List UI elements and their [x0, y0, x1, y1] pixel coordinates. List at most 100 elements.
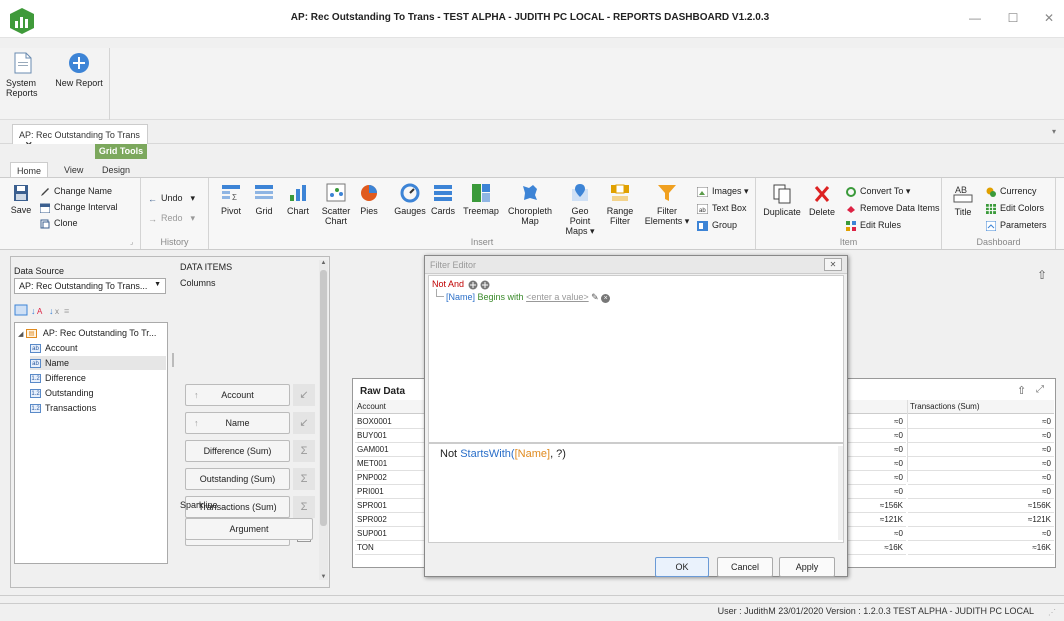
scrollbar-thumb[interactable]: [320, 270, 327, 526]
group-button[interactable]: Group: [697, 218, 737, 232]
edit-colors-button[interactable]: Edit Colors: [986, 201, 1044, 215]
field-item[interactable]: 1.2 Outstanding: [30, 386, 94, 400]
vertical-scrollbar[interactable]: ▲ ▼: [319, 260, 328, 580]
cell-value[interactable]: ≈0: [848, 527, 906, 541]
redo-dropdown-icon[interactable]: ▾: [191, 213, 196, 223]
cell-account[interactable]: SPR002: [355, 513, 425, 527]
tabs-dropdown-icon[interactable]: ▾: [1052, 127, 1056, 136]
maximize-button[interactable]: ☐: [998, 8, 1028, 28]
sum-icon[interactable]: Σ: [293, 468, 315, 490]
images-button[interactable]: Images ▾: [697, 184, 749, 198]
choropleth-map-button[interactable]: Choropleth Map: [508, 183, 552, 226]
export-icon[interactable]: ⇧: [1037, 268, 1047, 282]
remove-condition-icon[interactable]: ×: [601, 294, 611, 303]
change-name-button[interactable]: Change Name: [40, 184, 112, 198]
dimension-options-icon[interactable]: ↙: [293, 412, 315, 434]
scroll-up-icon[interactable]: ▲: [319, 260, 328, 266]
collapse-icon[interactable]: ◢: [18, 331, 23, 338]
redo-button[interactable]: → Redo ▾: [148, 211, 195, 225]
grid-export-icon[interactable]: ⇧: [1017, 384, 1026, 397]
tab-home[interactable]: Home: [10, 162, 49, 178]
title-button[interactable]: AB Title: [950, 184, 976, 217]
cell-value[interactable]: ≈0: [848, 457, 906, 471]
col-header-account[interactable]: Account: [357, 402, 386, 411]
argument-slot[interactable]: Argument: [185, 518, 313, 540]
cell-transactions[interactable]: ≈16K: [908, 541, 1054, 555]
close-button[interactable]: ✕: [1034, 8, 1064, 28]
cell-account[interactable]: BOX0001: [355, 415, 425, 429]
treemap-button[interactable]: Treemap: [462, 183, 500, 216]
tab-view[interactable]: View: [58, 162, 89, 178]
range-filter-button[interactable]: Range Filter: [604, 183, 636, 226]
dimension-options-icon[interactable]: ↙: [293, 384, 315, 406]
sum-icon[interactable]: Σ: [293, 440, 315, 462]
dialog-close-button[interactable]: ✕: [824, 258, 842, 271]
cell-transactions[interactable]: ≈0: [908, 429, 1054, 443]
cell-account[interactable]: SUP001: [355, 527, 425, 541]
text-box-button[interactable]: ab Text Box: [697, 201, 747, 215]
cell-account[interactable]: MET001: [355, 457, 425, 471]
system-reports-button[interactable]: System Reports: [6, 52, 40, 114]
clear-sort-icon[interactable]: ↓ x: [49, 306, 59, 316]
cell-account[interactable]: TON: [355, 541, 425, 555]
tree-root-node[interactable]: ◢ ▤ AP: Rec Outstanding To Tr...: [18, 326, 166, 340]
cell-value[interactable]: ≈0: [848, 415, 906, 429]
pies-button[interactable]: Pies: [354, 183, 384, 216]
cell-value[interactable]: ≈0: [848, 471, 906, 485]
new-report-button[interactable]: New Report: [52, 52, 106, 92]
ok-button[interactable]: OK: [655, 557, 709, 577]
scatter-chart-button[interactable]: Scatter Chart: [318, 183, 354, 226]
cell-account[interactable]: PNP002: [355, 471, 425, 485]
cards-button[interactable]: Cards: [428, 183, 458, 216]
column-item[interactable]: Outstanding (Sum): [185, 468, 290, 490]
cell-value[interactable]: ≈0: [848, 485, 906, 499]
maximize-item-icon[interactable]: ⤢: [1036, 384, 1044, 395]
cell-value[interactable]: ≈0: [848, 443, 906, 457]
field-item[interactable]: 1.2 Transactions: [30, 401, 96, 415]
cell-transactions[interactable]: ≈121K: [908, 513, 1054, 527]
delete-button[interactable]: Delete: [806, 184, 838, 217]
cell-value[interactable]: ≈156K: [848, 499, 906, 513]
document-tab[interactable]: AP: Rec Outstanding To Trans ✕: [12, 124, 148, 150]
change-interval-button[interactable]: Change Interval: [40, 200, 118, 214]
cell-account[interactable]: SPR001: [355, 499, 425, 513]
field-item[interactable]: 1.2 Difference: [30, 371, 86, 385]
cancel-button[interactable]: Cancel: [717, 557, 773, 577]
cell-transactions[interactable]: ≈0: [908, 457, 1054, 471]
chart-button[interactable]: Chart: [282, 183, 314, 216]
filter-elements-button[interactable]: Filter Elements ▾: [644, 183, 690, 226]
undo-dropdown-icon[interactable]: ▾: [191, 193, 196, 203]
col-header-transactions[interactable]: Transactions (Sum): [910, 402, 980, 411]
undo-button[interactable]: ← Undo ▾: [148, 191, 195, 205]
expression-scrollbar[interactable]: [838, 446, 843, 540]
parameters-button[interactable]: Parameters: [986, 218, 1047, 232]
duplicate-button[interactable]: Duplicate: [762, 184, 802, 217]
sort-icon[interactable]: ↓ A: [31, 306, 43, 316]
save-button[interactable]: Save: [8, 184, 34, 215]
currency-button[interactable]: Currency: [986, 184, 1037, 198]
sort-arrow-icon[interactable]: ↑: [194, 385, 199, 405]
cell-account[interactable]: PRI001: [355, 485, 425, 499]
group-options-icon[interactable]: [480, 280, 490, 290]
cell-account[interactable]: GAM001: [355, 443, 425, 457]
apply-button[interactable]: Apply: [779, 557, 835, 577]
cell-account[interactable]: BUY001: [355, 429, 425, 443]
cell-transactions[interactable]: ≈0: [908, 443, 1054, 457]
cell-transactions[interactable]: ≈0: [908, 485, 1054, 499]
cell-transactions[interactable]: ≈0: [908, 415, 1054, 429]
condition-field[interactable]: [Name]: [446, 292, 475, 302]
clone-button[interactable]: Clone: [40, 216, 78, 230]
geo-point-maps-button[interactable]: Geo Point Maps ▾: [560, 183, 600, 236]
cell-value[interactable]: ≈16K: [848, 541, 906, 555]
layout-toggle-icon[interactable]: [14, 304, 28, 316]
cell-transactions[interactable]: ≈0: [908, 527, 1054, 541]
sum-icon[interactable]: Σ: [293, 496, 315, 518]
condition-operator[interactable]: Begins with: [478, 292, 524, 302]
cell-value[interactable]: ≈0: [848, 429, 906, 443]
column-item[interactable]: ↑ Account: [185, 384, 290, 406]
add-condition-icon[interactable]: [468, 280, 478, 290]
convert-to-button[interactable]: Convert To ▾: [846, 184, 910, 198]
group-operator[interactable]: Not And: [432, 279, 464, 289]
column-item[interactable]: Difference (Sum): [185, 440, 290, 462]
tab-design[interactable]: Design: [96, 162, 136, 178]
